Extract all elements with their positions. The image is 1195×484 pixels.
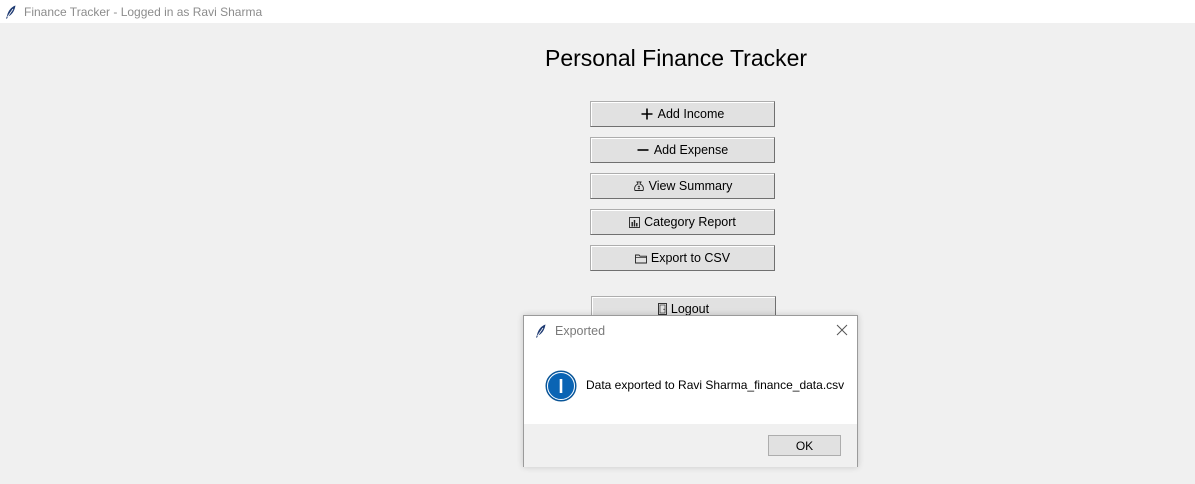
dialog-message: Data exported to Ravi Sharma_finance_dat… xyxy=(586,378,845,392)
category-report-button[interactable]: Category Report xyxy=(590,209,775,235)
window-titlebar: Finance Tracker - Logged in as Ravi Shar… xyxy=(0,0,1195,23)
window-title: Finance Tracker - Logged in as Ravi Shar… xyxy=(24,4,263,19)
close-icon[interactable] xyxy=(835,323,849,337)
view-summary-label: View Summary xyxy=(648,179,733,193)
bar-chart-icon xyxy=(629,216,641,228)
page-title: Personal Finance Tracker xyxy=(545,45,808,71)
export-csv-button[interactable]: Export to CSV xyxy=(590,245,775,271)
add-expense-button[interactable]: Add Expense xyxy=(590,137,775,163)
category-report-label: Category Report xyxy=(644,215,736,229)
add-expense-label: Add Expense xyxy=(653,143,729,157)
logout-label: Logout xyxy=(670,302,710,316)
money-bag-icon xyxy=(633,180,645,192)
feather-icon xyxy=(535,324,547,338)
ok-button[interactable]: OK xyxy=(768,435,841,456)
folder-icon xyxy=(634,253,647,264)
exported-dialog: Exported Data exported to Ravi Sharma_fi… xyxy=(523,315,858,467)
export-csv-label: Export to CSV xyxy=(650,251,731,265)
add-income-label: Add Income xyxy=(657,107,725,121)
door-icon xyxy=(657,303,667,315)
plus-icon xyxy=(641,108,653,120)
add-income-button[interactable]: Add Income xyxy=(590,101,775,127)
dialog-footer: OK xyxy=(524,424,857,467)
feather-icon xyxy=(5,5,17,19)
dialog-titlebar: Exported xyxy=(524,316,857,346)
info-icon xyxy=(545,370,577,402)
view-summary-button[interactable]: View Summary xyxy=(590,173,775,199)
minus-icon xyxy=(637,144,649,156)
dialog-title: Exported xyxy=(555,324,606,338)
